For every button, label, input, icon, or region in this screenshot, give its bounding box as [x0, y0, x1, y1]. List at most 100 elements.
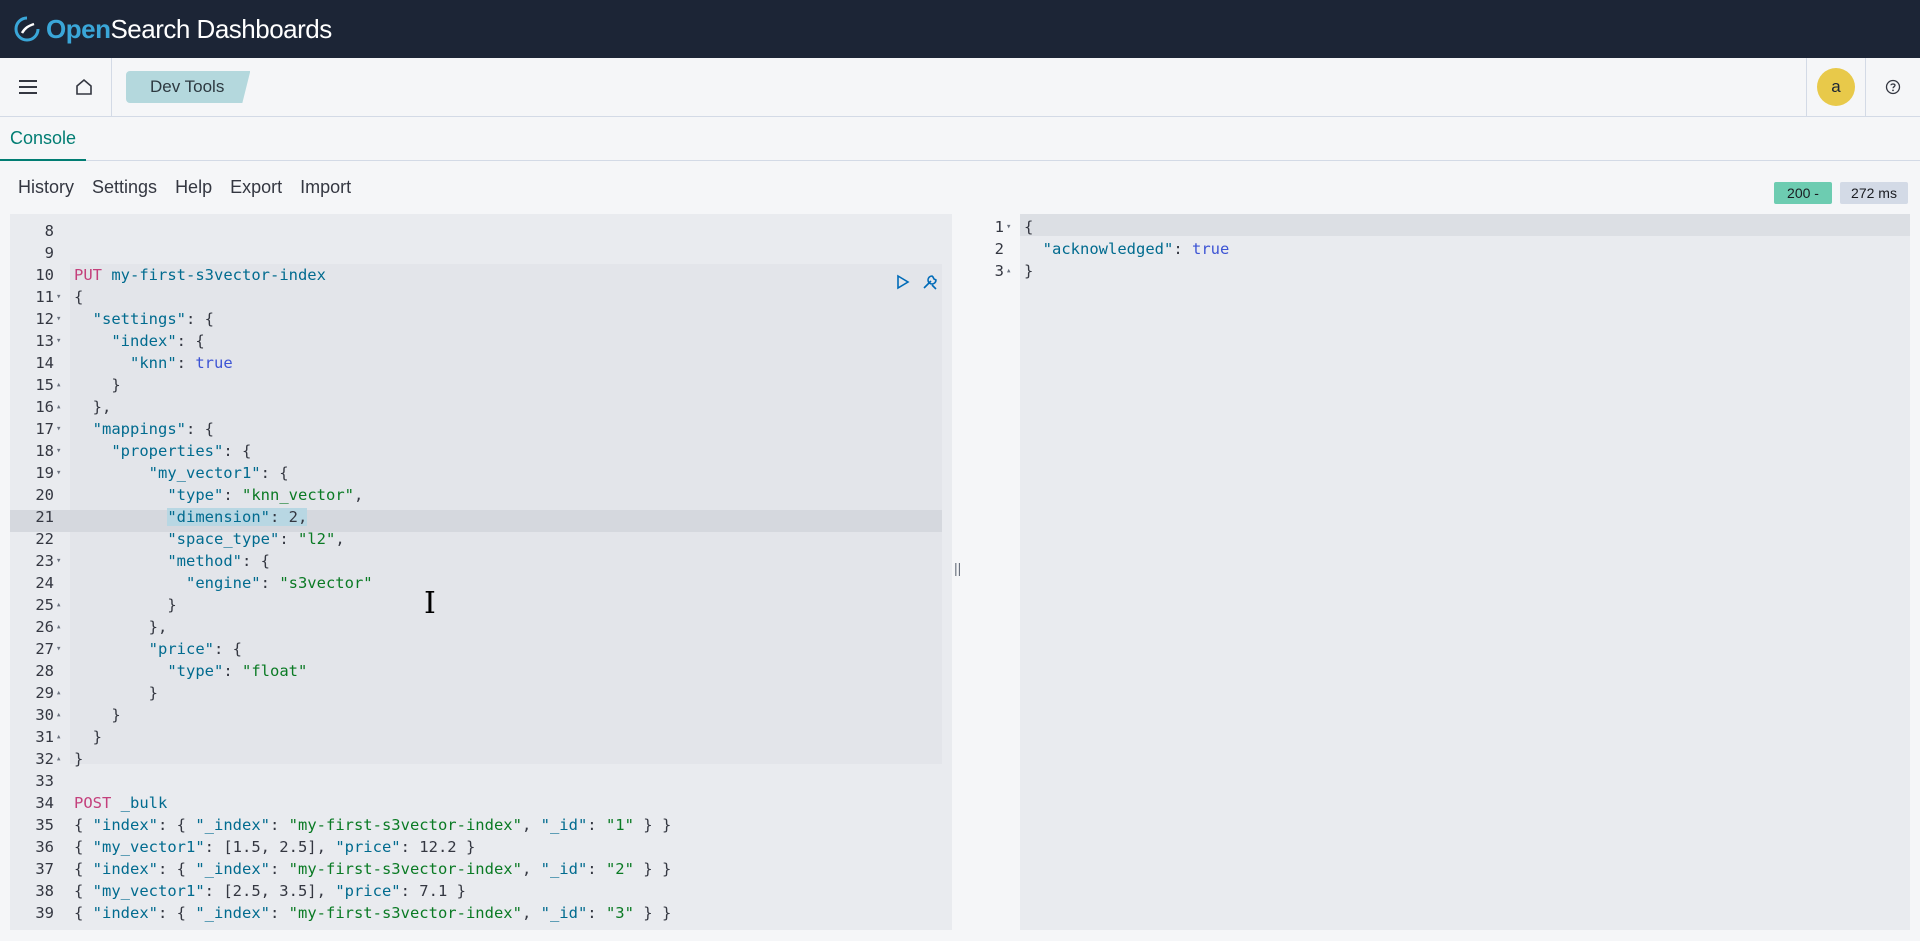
code-line[interactable]: "properties": {: [74, 440, 952, 462]
line-number: 32: [35, 750, 54, 768]
fold-toggle-icon[interactable]: ▾: [56, 330, 66, 352]
line-number: 34: [35, 794, 54, 812]
code-line[interactable]: { "index": { "_index": "my-first-s3vecto…: [74, 858, 952, 880]
brand-logo[interactable]: Open Search Dashboards: [14, 14, 332, 45]
fold-toggle-icon[interactable]: ▴: [56, 704, 66, 726]
line-number: 8: [44, 222, 54, 240]
line-number: 33: [35, 772, 54, 790]
fold-toggle-icon[interactable]: ▾: [56, 462, 66, 484]
response-editor: 1 ▾ {2 "acknowledged": true 3 ▴}: [968, 214, 1910, 930]
avatar: a: [1817, 68, 1855, 106]
line-number: 15: [35, 376, 54, 394]
fold-toggle-icon[interactable]: ▴: [1006, 260, 1016, 282]
code-line[interactable]: "engine": "s3vector": [74, 572, 952, 594]
top-header: Open Search Dashboards: [0, 0, 1920, 58]
fold-toggle-icon[interactable]: ▾: [56, 418, 66, 440]
menu-settings[interactable]: Settings: [92, 177, 157, 198]
code-line[interactable]: "type": "knn_vector",: [74, 484, 952, 506]
line-number: 26: [35, 618, 54, 636]
line-number: 24: [35, 574, 54, 592]
line-number: 30: [35, 706, 54, 724]
fold-toggle-icon[interactable]: ▴: [56, 374, 66, 396]
line-number: 28: [35, 662, 54, 680]
code-line[interactable]: }: [74, 374, 952, 396]
line-number: 25: [35, 596, 54, 614]
request-editor[interactable]: 78910PUT my-first-s3vector-index11▾{12▾ …: [10, 214, 952, 930]
fold-toggle-icon[interactable]: ▾: [56, 550, 66, 572]
code-line[interactable]: [74, 770, 952, 792]
line-number: 27: [35, 640, 54, 658]
code-line[interactable]: },: [74, 616, 952, 638]
line-number: 13: [35, 332, 54, 350]
code-line[interactable]: "price": {: [74, 638, 952, 660]
tab-console[interactable]: Console: [0, 117, 87, 161]
code-line[interactable]: "dimension": 2,: [74, 506, 952, 528]
line-number: 20: [35, 486, 54, 504]
code-line[interactable]: "mappings": {: [74, 418, 952, 440]
text-cursor-icon: I: [424, 586, 436, 621]
fold-toggle-icon[interactable]: ▾: [56, 638, 66, 660]
brand-open: Open: [46, 13, 111, 44]
menu-history[interactable]: History: [18, 177, 74, 198]
fold-toggle-icon[interactable]: ▾: [56, 308, 66, 330]
code-line[interactable]: { "my_vector1": [1.5, 2.5], "price": 12.…: [74, 836, 952, 858]
code-line[interactable]: }: [74, 748, 952, 770]
code-line[interactable]: { "index": { "_index": "my-first-s3vecto…: [74, 814, 952, 836]
fold-toggle-icon[interactable]: ▴: [56, 726, 66, 748]
menu-toggle-button[interactable]: [0, 58, 56, 117]
code-line[interactable]: }: [74, 726, 952, 748]
user-menu[interactable]: a: [1806, 57, 1866, 117]
line-number: 12: [35, 310, 54, 328]
line-number: 1: [994, 218, 1004, 236]
fold-toggle-icon[interactable]: ▴: [56, 682, 66, 704]
code-line[interactable]: "my_vector1": {: [74, 462, 952, 484]
code-line[interactable]: }: [74, 704, 952, 726]
code-line[interactable]: "acknowledged": true: [1024, 238, 1910, 260]
code-line[interactable]: PUT my-first-s3vector-index: [74, 264, 952, 286]
line-number: 39: [35, 904, 54, 922]
line-number: 36: [35, 838, 54, 856]
fold-toggle-icon[interactable]: ▾: [1006, 216, 1016, 238]
home-button[interactable]: [56, 57, 112, 117]
line-number: 2: [994, 240, 1004, 258]
pane-resizer-handle[interactable]: ||: [954, 560, 962, 586]
code-line[interactable]: "knn": true: [74, 352, 952, 374]
line-number: 35: [35, 816, 54, 834]
code-line[interactable]: "index": {: [74, 330, 952, 352]
code-line[interactable]: POST _bulk: [74, 792, 952, 814]
response-time-badge: 272 ms: [1840, 182, 1908, 204]
code-line[interactable]: "space_type": "l2",: [74, 528, 952, 550]
code-line[interactable]: }: [74, 594, 952, 616]
line-number: 10: [35, 266, 54, 284]
code-line[interactable]: { "my_vector1": [2.5, 3.5], "price": 7.1…: [74, 880, 952, 902]
code-line[interactable]: { "index": { "_index": "my-first-s3vecto…: [74, 902, 952, 924]
menu-export[interactable]: Export: [230, 177, 282, 198]
hamburger-icon: [19, 80, 37, 94]
line-number: 17: [35, 420, 54, 438]
code-line[interactable]: }: [1024, 260, 1910, 282]
menu-import[interactable]: Import: [300, 177, 351, 198]
code-line[interactable]: [74, 242, 952, 264]
code-line[interactable]: "type": "float": [74, 660, 952, 682]
code-line[interactable]: [74, 220, 952, 242]
code-line[interactable]: {: [74, 286, 952, 308]
fold-toggle-icon[interactable]: ▴: [56, 616, 66, 638]
menu-help[interactable]: Help: [175, 177, 212, 198]
line-number: 38: [35, 882, 54, 900]
code-line[interactable]: "method": {: [74, 550, 952, 572]
help-button[interactable]: [1866, 58, 1920, 117]
line-number: 19: [35, 464, 54, 482]
line-number: 3: [994, 262, 1004, 280]
line-number: 29: [35, 684, 54, 702]
code-line[interactable]: {: [1024, 216, 1910, 238]
fold-toggle-icon[interactable]: ▾: [56, 286, 66, 308]
help-icon: [1885, 79, 1901, 95]
fold-toggle-icon[interactable]: ▴: [56, 748, 66, 770]
fold-toggle-icon[interactable]: ▴: [56, 396, 66, 418]
fold-toggle-icon[interactable]: ▴: [56, 594, 66, 616]
code-line[interactable]: }: [74, 682, 952, 704]
code-line[interactable]: },: [74, 396, 952, 418]
breadcrumb-dev-tools[interactable]: Dev Tools: [126, 71, 250, 103]
fold-toggle-icon[interactable]: ▾: [56, 440, 66, 462]
code-line[interactable]: "settings": {: [74, 308, 952, 330]
